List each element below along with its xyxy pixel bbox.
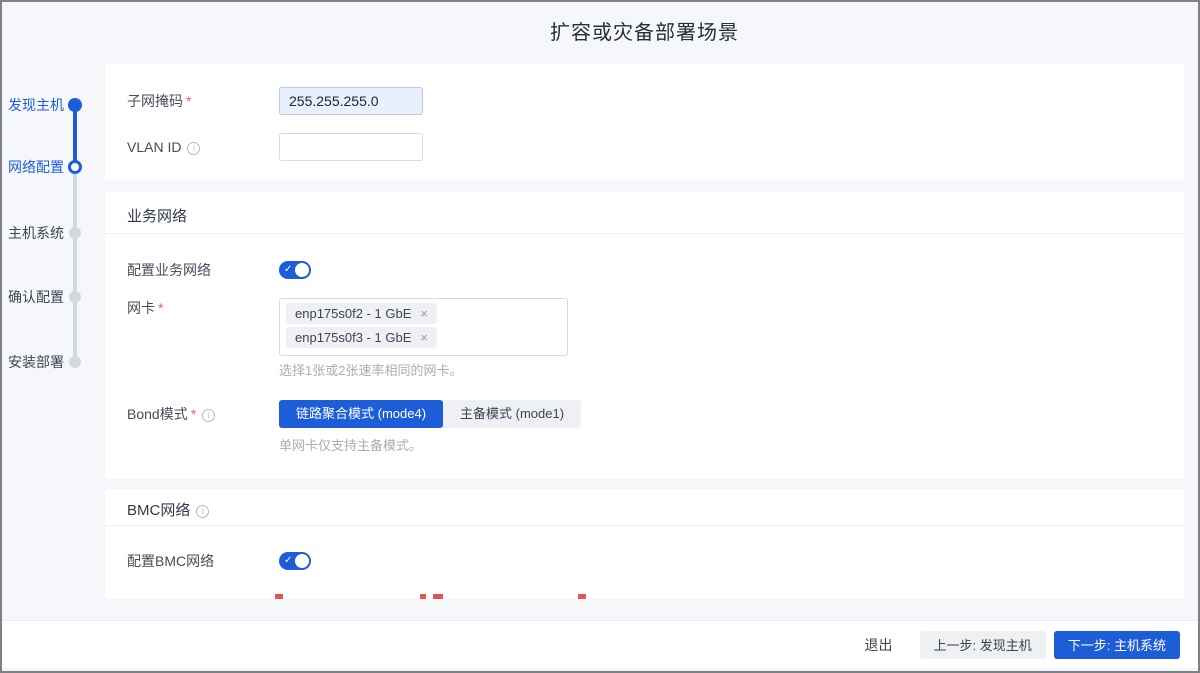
step-label: 确认配置 — [2, 287, 64, 307]
bmc-network-panel: BMC网络i 配置BMC网络 ✓ — [105, 489, 1184, 599]
step-dot-pending-icon — [69, 356, 81, 368]
required-asterisk: * — [158, 300, 163, 316]
step-label: 安装部署 — [2, 352, 64, 372]
step-sidebar: 发现主机 网络配置 主机系统 确认配置 安装部署 — [2, 2, 102, 602]
check-icon: ✓ — [284, 554, 292, 568]
step-dot-pending-icon — [69, 291, 81, 303]
step-label: 发现主机 — [2, 95, 64, 115]
prev-step-button[interactable]: 上一步: 发现主机 — [920, 631, 1046, 659]
check-icon: ✓ — [284, 263, 292, 277]
nic-multiselect[interactable]: enp175s0f2 - 1 GbE× enp175s0f3 - 1 GbE× — [279, 298, 568, 356]
business-network-toggle[interactable]: ✓ — [279, 261, 311, 279]
subnet-mask-input[interactable] — [279, 87, 423, 115]
deployment-wizard-dialog: 扩容或灾备部署场景 发现主机 网络配置 主机系统 确认配置 安装部署 子网掩码* — [0, 0, 1200, 673]
clipped-content — [275, 594, 283, 599]
bond-mode4-button[interactable]: 链路聚合模式 (mode4) — [279, 400, 443, 428]
clipped-content — [578, 594, 586, 599]
next-step-button[interactable]: 下一步: 主机系统 — [1054, 631, 1180, 659]
nic-tag: enp175s0f2 - 1 GbE× — [286, 303, 437, 324]
step-label: 主机系统 — [2, 223, 64, 243]
info-icon[interactable]: i — [202, 409, 215, 422]
clipped-content — [433, 594, 443, 599]
vlan-id-label: VLAN IDi — [127, 133, 200, 161]
step-dot-filled-icon — [68, 98, 82, 112]
business-network-header: 业务网络 — [105, 192, 1184, 234]
step-connector-pending — [73, 167, 77, 363]
step-confirm-config[interactable]: 确认配置 — [2, 287, 102, 307]
business-network-panel: 业务网络 配置业务网络 ✓ 网卡* enp175s0f2 - 1 GbE× en… — [105, 192, 1184, 479]
toggle-knob — [295, 554, 309, 568]
bond-mode-segmented-control: 链路聚合模式 (mode4) 主备模式 (mode1) — [279, 400, 581, 428]
nic-tag: enp175s0f3 - 1 GbE× — [286, 327, 437, 348]
info-icon[interactable]: i — [187, 142, 200, 155]
exit-button[interactable]: 退出 — [865, 635, 893, 655]
section-title: BMC网络i — [127, 499, 209, 520]
step-host-system[interactable]: 主机系统 — [2, 223, 102, 243]
step-label: 网络配置 — [2, 157, 64, 177]
remove-tag-icon[interactable]: × — [420, 330, 428, 345]
general-network-panel: 子网掩码* VLAN IDi — [105, 64, 1184, 180]
bond-mode-label: Bond模式*i — [127, 400, 215, 428]
step-install-deploy[interactable]: 安装部署 — [2, 352, 102, 372]
nic-hint: 选择1张或2张速率相同的网卡。 — [279, 360, 462, 379]
configure-bmc-network-label: 配置BMC网络 — [127, 547, 214, 575]
bond-mode-hint: 单网卡仅支持主备模式。 — [279, 435, 422, 454]
step-discover-hosts[interactable]: 发现主机 — [2, 95, 102, 115]
toggle-knob — [295, 263, 309, 277]
bmc-network-toggle[interactable]: ✓ — [279, 552, 311, 570]
section-title: 业务网络 — [127, 205, 187, 226]
bond-mode1-button[interactable]: 主备模式 (mode1) — [443, 400, 581, 428]
nic-label: 网卡* — [127, 294, 163, 322]
required-asterisk: * — [191, 406, 196, 422]
step-dot-pending-icon — [69, 227, 81, 239]
step-network-config[interactable]: 网络配置 — [2, 157, 102, 177]
remove-tag-icon[interactable]: × — [420, 306, 428, 321]
info-icon[interactable]: i — [196, 505, 209, 518]
step-dot-current-icon — [68, 160, 82, 174]
configure-business-network-label: 配置业务网络 — [127, 256, 211, 284]
clipped-content — [420, 594, 426, 599]
page-title: 扩容或灾备部署场景 — [105, 16, 1184, 45]
required-asterisk: * — [186, 93, 191, 109]
vlan-id-input[interactable] — [279, 133, 423, 161]
subnet-mask-label: 子网掩码* — [127, 87, 191, 115]
wizard-footer: 退出 上一步: 发现主机 下一步: 主机系统 — [2, 620, 1198, 668]
bmc-network-header: BMC网络i — [105, 489, 1184, 526]
